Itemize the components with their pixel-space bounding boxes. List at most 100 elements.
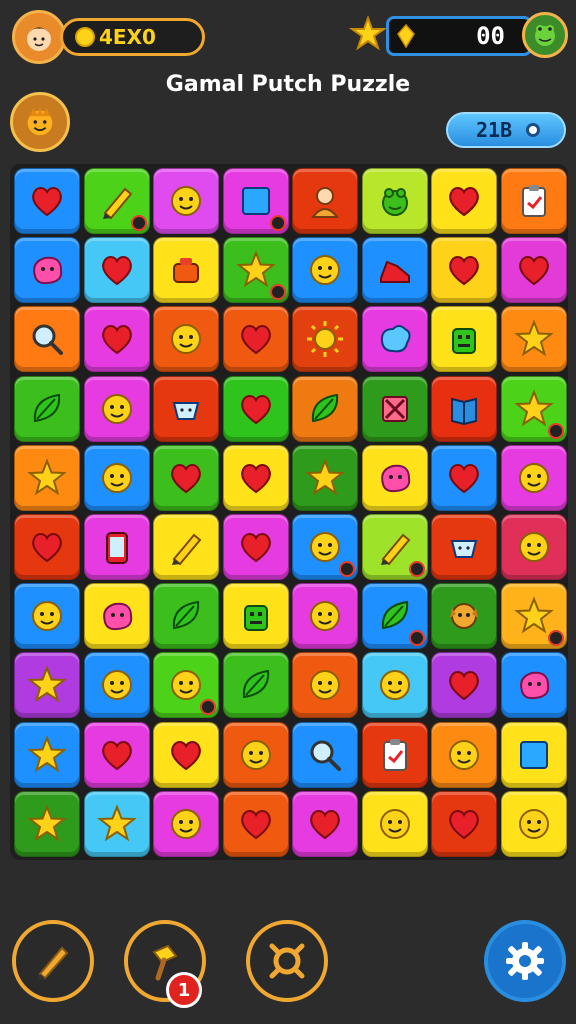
puzzle-tile[interactable] (361, 168, 428, 234)
puzzle-tile[interactable] (153, 721, 219, 788)
puzzle-tile[interactable] (153, 375, 219, 442)
puzzle-tile[interactable] (83, 652, 150, 719)
face-icon (449, 739, 479, 770)
face-icon (101, 393, 132, 424)
puzzle-tile[interactable] (14, 721, 80, 788)
puzzle-tile[interactable] (222, 652, 289, 719)
puzzle-tile[interactable] (83, 583, 150, 650)
leaf-icon (242, 670, 269, 699)
puzzle-tile[interactable] (14, 375, 80, 442)
puzzle-tile[interactable] (431, 237, 497, 304)
puzzle-tile[interactable] (361, 306, 428, 373)
puzzle-tile[interactable] (153, 444, 219, 511)
puzzle-tile[interactable] (83, 514, 150, 580)
puzzle-tile[interactable] (292, 375, 358, 442)
face-icon (310, 670, 340, 701)
puzzle-tile[interactable] (431, 652, 497, 719)
puzzle-tile[interactable] (292, 790, 358, 857)
puzzle-tile[interactable] (431, 168, 497, 234)
heart-icon (240, 809, 271, 840)
player-avatar[interactable] (12, 10, 66, 64)
frog-badge[interactable] (522, 12, 568, 58)
puzzle-tile[interactable] (500, 652, 567, 719)
puzzle-tile[interactable] (222, 790, 289, 857)
shuffle-tool-button[interactable] (246, 920, 328, 1002)
puzzle-tile[interactable] (361, 444, 428, 511)
puzzle-tile[interactable] (500, 721, 567, 788)
puzzle-tile[interactable] (361, 790, 428, 857)
cup-icon (172, 401, 200, 420)
puzzle-tile[interactable] (361, 514, 428, 580)
puzzle-tile[interactable] (361, 583, 428, 650)
puzzle-tile[interactable] (83, 375, 150, 442)
puzzle-tile[interactable] (153, 168, 219, 234)
puzzle-tile[interactable] (431, 444, 497, 511)
puzzle-tile[interactable] (14, 790, 80, 857)
profile-button[interactable] (10, 92, 70, 152)
puzzle-tile[interactable] (222, 514, 289, 580)
puzzle-tile[interactable] (361, 652, 428, 719)
puzzle-tile[interactable] (14, 583, 80, 650)
puzzle-tile[interactable] (431, 514, 497, 580)
level-indicator[interactable]: 21B (446, 112, 566, 148)
puzzle-tile[interactable] (14, 168, 80, 234)
puzzle-tile[interactable] (500, 444, 567, 511)
puzzle-tile[interactable] (153, 514, 219, 580)
puzzle-tile[interactable] (500, 514, 567, 580)
puzzle-tile[interactable] (431, 583, 497, 650)
magnifier-icon (310, 740, 341, 771)
puzzle-tile[interactable] (222, 237, 289, 304)
puzzle-tile[interactable] (292, 721, 358, 788)
puzzle-tile[interactable] (500, 237, 567, 304)
puzzle-tile[interactable] (83, 444, 150, 511)
puzzle-tile[interactable] (500, 168, 567, 234)
puzzle-tile[interactable] (83, 237, 150, 304)
puzzle-tile[interactable] (431, 721, 497, 788)
puzzle-tile[interactable] (431, 306, 497, 373)
puzzle-tile[interactable] (153, 790, 219, 857)
puzzle-tile[interactable] (153, 237, 219, 304)
puzzle-tile[interactable] (361, 375, 428, 442)
puzzle-tile[interactable] (292, 652, 358, 719)
puzzle-tile[interactable] (222, 583, 289, 650)
puzzle-tile[interactable] (292, 168, 358, 234)
puzzle-tile[interactable] (292, 306, 358, 373)
puzzle-tile[interactable] (292, 444, 358, 511)
puzzle-tile[interactable] (500, 375, 567, 442)
star-icon[interactable] (348, 14, 388, 54)
puzzle-tile[interactable] (222, 721, 289, 788)
puzzle-tile[interactable] (500, 583, 567, 650)
puzzle-tile[interactable] (83, 721, 150, 788)
puzzle-tile[interactable] (83, 168, 150, 234)
puzzle-tile[interactable] (83, 306, 150, 373)
player-face-icon (27, 27, 51, 51)
puzzle-tile[interactable] (500, 790, 567, 857)
gem-counter[interactable]: 00 (386, 16, 532, 56)
puzzle-tile[interactable] (83, 790, 150, 857)
puzzle-tile[interactable] (14, 237, 80, 304)
puzzle-tile[interactable] (292, 514, 358, 580)
puzzle-tile[interactable] (222, 168, 289, 234)
pencil-tool-button[interactable] (12, 920, 94, 1002)
puzzle-tile[interactable] (153, 652, 219, 719)
puzzle-tile[interactable] (500, 306, 567, 373)
puzzle-tile[interactable] (292, 237, 358, 304)
puzzle-tile[interactable] (14, 444, 80, 511)
puzzle-tile[interactable] (292, 583, 358, 650)
puzzle-tile[interactable] (153, 306, 219, 373)
puzzle-tile[interactable] (14, 652, 80, 719)
puzzle-tile[interactable] (431, 790, 497, 857)
puzzle-tile[interactable] (153, 583, 219, 650)
puzzle-tile[interactable] (14, 306, 80, 373)
heart-icon (310, 809, 340, 840)
puzzle-tile[interactable] (222, 444, 289, 511)
coin-counter[interactable]: 4EX0 (60, 18, 205, 56)
puzzle-tile[interactable] (361, 237, 428, 304)
settings-button[interactable] (484, 920, 566, 1002)
puzzle-tile[interactable] (222, 375, 289, 442)
puzzle-tile[interactable] (14, 514, 80, 580)
blob-icon (102, 602, 132, 631)
puzzle-tile[interactable] (431, 375, 497, 442)
puzzle-tile[interactable] (361, 721, 428, 788)
puzzle-tile[interactable] (222, 306, 289, 373)
